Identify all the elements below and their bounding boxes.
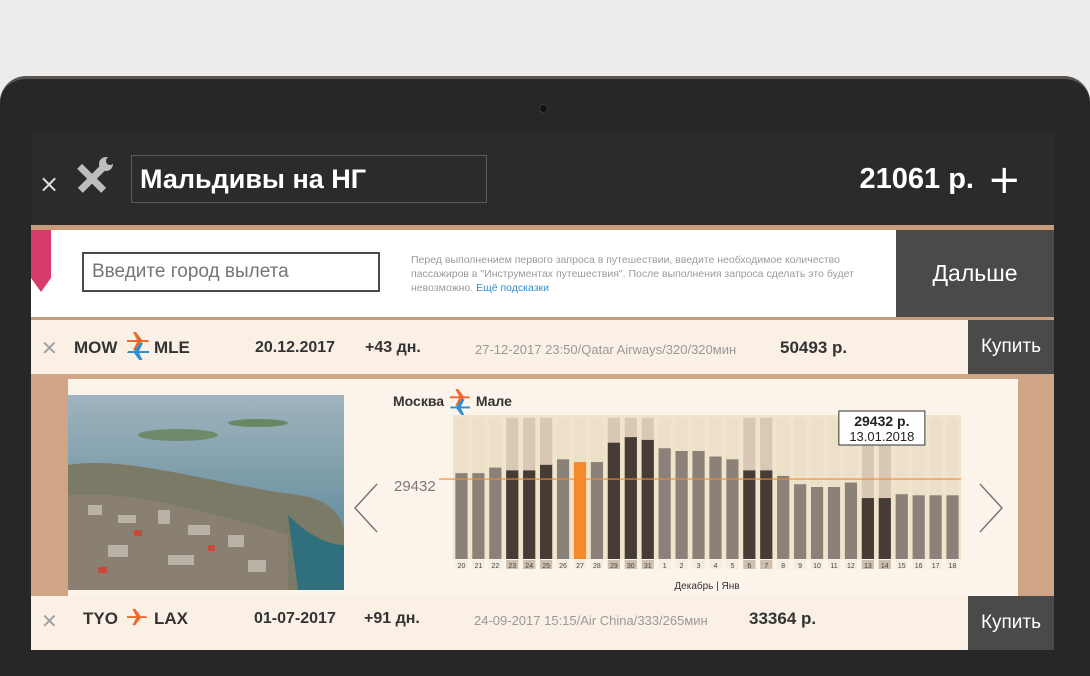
chart-bar: [709, 456, 722, 559]
app-screen: × Мальдивы на НГ 21061 р. + Перед выполн…: [31, 133, 1054, 650]
chart-tick-label: 8: [781, 563, 785, 570]
chart-tick-label: 4: [714, 563, 718, 570]
chart-tick-label: 15: [898, 563, 906, 570]
chart-tick-label: 16: [915, 563, 923, 570]
chart-bar: [912, 495, 925, 559]
next-button[interactable]: Дальше: [896, 230, 1054, 317]
price-chart: 20 21 22 23 24 25 26 27 28 29 30 31 1 2 3 4 5 6 7 8 9 10 11 12 1…: [394, 410, 961, 592]
chart-bar: [523, 470, 536, 559]
trip-price: 33364 р.: [749, 609, 817, 628]
chart-tick-label: 12: [847, 563, 855, 570]
chart-tick-label: 27: [576, 563, 584, 570]
buy-button[interactable]: Купить: [968, 596, 1054, 650]
chart-tick-label: 31: [644, 563, 652, 570]
origin-code: MOW: [74, 338, 118, 357]
chart-bar: [878, 498, 891, 559]
chart-bar: [455, 473, 468, 559]
trip-duration: +43 дн.: [365, 339, 421, 356]
chart-tick-label: 17: [932, 563, 940, 570]
flight-info: 27-12-2017 23:50/Qatar Airways/320/320ми…: [475, 342, 737, 357]
chart-bar: [810, 487, 824, 559]
trip-title-field[interactable]: Мальдивы на НГ: [131, 155, 487, 203]
buy-button[interactable]: Купить: [968, 320, 1054, 374]
chart-tick-label: 5: [730, 563, 734, 570]
chart-tick-label: 2: [680, 563, 684, 570]
chart-bar: [675, 451, 688, 559]
camera-dot: [539, 104, 548, 113]
chart-bar: [726, 459, 739, 559]
chart-tick-label: 26: [559, 563, 567, 570]
remove-trip-button[interactable]: ✕: [41, 336, 58, 360]
x-axis-label: Декабрь | Янв: [674, 580, 739, 592]
departure-date: 20.12.2017: [255, 339, 336, 356]
chart-bar: [844, 482, 858, 559]
destination-code: LAX: [154, 609, 188, 628]
chart-tick-label: 22: [491, 563, 499, 570]
tooltip-date: 13.01.2018: [849, 429, 914, 444]
tools-icon[interactable]: [69, 157, 115, 204]
chart-bar: [489, 467, 502, 559]
bookmark-notch: [31, 278, 51, 292]
plane-roundtrip-icon: [125, 330, 151, 365]
chart-tick-label: 13: [864, 563, 872, 570]
chart-tick-label: 14: [881, 563, 889, 570]
destination-photo: [68, 395, 344, 590]
chart-tick-label: 21: [475, 563, 483, 570]
close-trip-button[interactable]: ×: [39, 170, 59, 198]
add-button[interactable]: +: [987, 160, 1021, 200]
chart-tick-label: 1: [663, 563, 667, 570]
chart-bar: [946, 495, 959, 559]
chart-bar: [743, 470, 756, 559]
chart-bar: [641, 439, 654, 559]
chart-tick-label: 18: [949, 563, 957, 570]
chart-tick-label: 10: [813, 563, 821, 570]
chart-bar: [607, 442, 620, 559]
chart-bar: [827, 487, 841, 559]
reference-price-label: 29432: [394, 478, 436, 495]
chart-tick-label: 29: [610, 563, 618, 570]
chart-bar: [506, 470, 519, 559]
chart-bar: [895, 494, 908, 559]
chart-bar: [760, 470, 773, 559]
departure-date: 01-07-2017: [254, 610, 336, 627]
chart-bar: [861, 498, 874, 559]
chart-bar: [624, 437, 637, 559]
departure-city-input[interactable]: [82, 252, 380, 292]
chart-tick-label: 11: [830, 563, 837, 570]
origin-code: TYO: [83, 609, 118, 628]
chart-bar: [794, 484, 807, 559]
chart-bar: [692, 451, 705, 559]
chart-bar: [556, 459, 570, 559]
chart-tick-label: 20: [458, 563, 466, 570]
chart-tick-label: 24: [525, 563, 533, 570]
chart-tick-label: 28: [593, 563, 601, 570]
chart-tick-label: 3: [697, 563, 701, 570]
chart-tick-label: 30: [627, 563, 635, 570]
destination-code: MLE: [154, 338, 190, 357]
chart-tick-label: 9: [798, 563, 802, 570]
more-hints-link[interactable]: Ещё подсказки: [476, 282, 549, 294]
chart-tick-label: 23: [508, 563, 516, 570]
chart-bar: [658, 448, 671, 559]
notice-text: Перед выполнением первого запроса в путе…: [411, 253, 881, 295]
tooltip-price: 29432 р.: [854, 413, 909, 429]
chart-tick-label: 25: [542, 563, 550, 570]
chart-bar: [590, 462, 604, 559]
flight-info: 24-09-2017 15:15/Air China/333/265мин: [474, 613, 708, 628]
chart-bar: [777, 475, 790, 559]
chart-tick-label: 7: [764, 563, 768, 570]
trip-total-price: 21061 р.: [859, 163, 974, 195]
chart-bar: [573, 462, 587, 559]
plane-oneway-icon: [125, 608, 149, 633]
trip-price: 50493 р.: [780, 338, 848, 357]
chart-tick-label: 6: [747, 563, 751, 570]
trip-duration: +91 дн.: [364, 610, 420, 627]
chart-bar: [929, 495, 942, 559]
chart-bar: [472, 473, 485, 559]
remove-trip-button[interactable]: ✕: [41, 609, 58, 633]
chevron-right-icon[interactable]: [978, 483, 1004, 538]
